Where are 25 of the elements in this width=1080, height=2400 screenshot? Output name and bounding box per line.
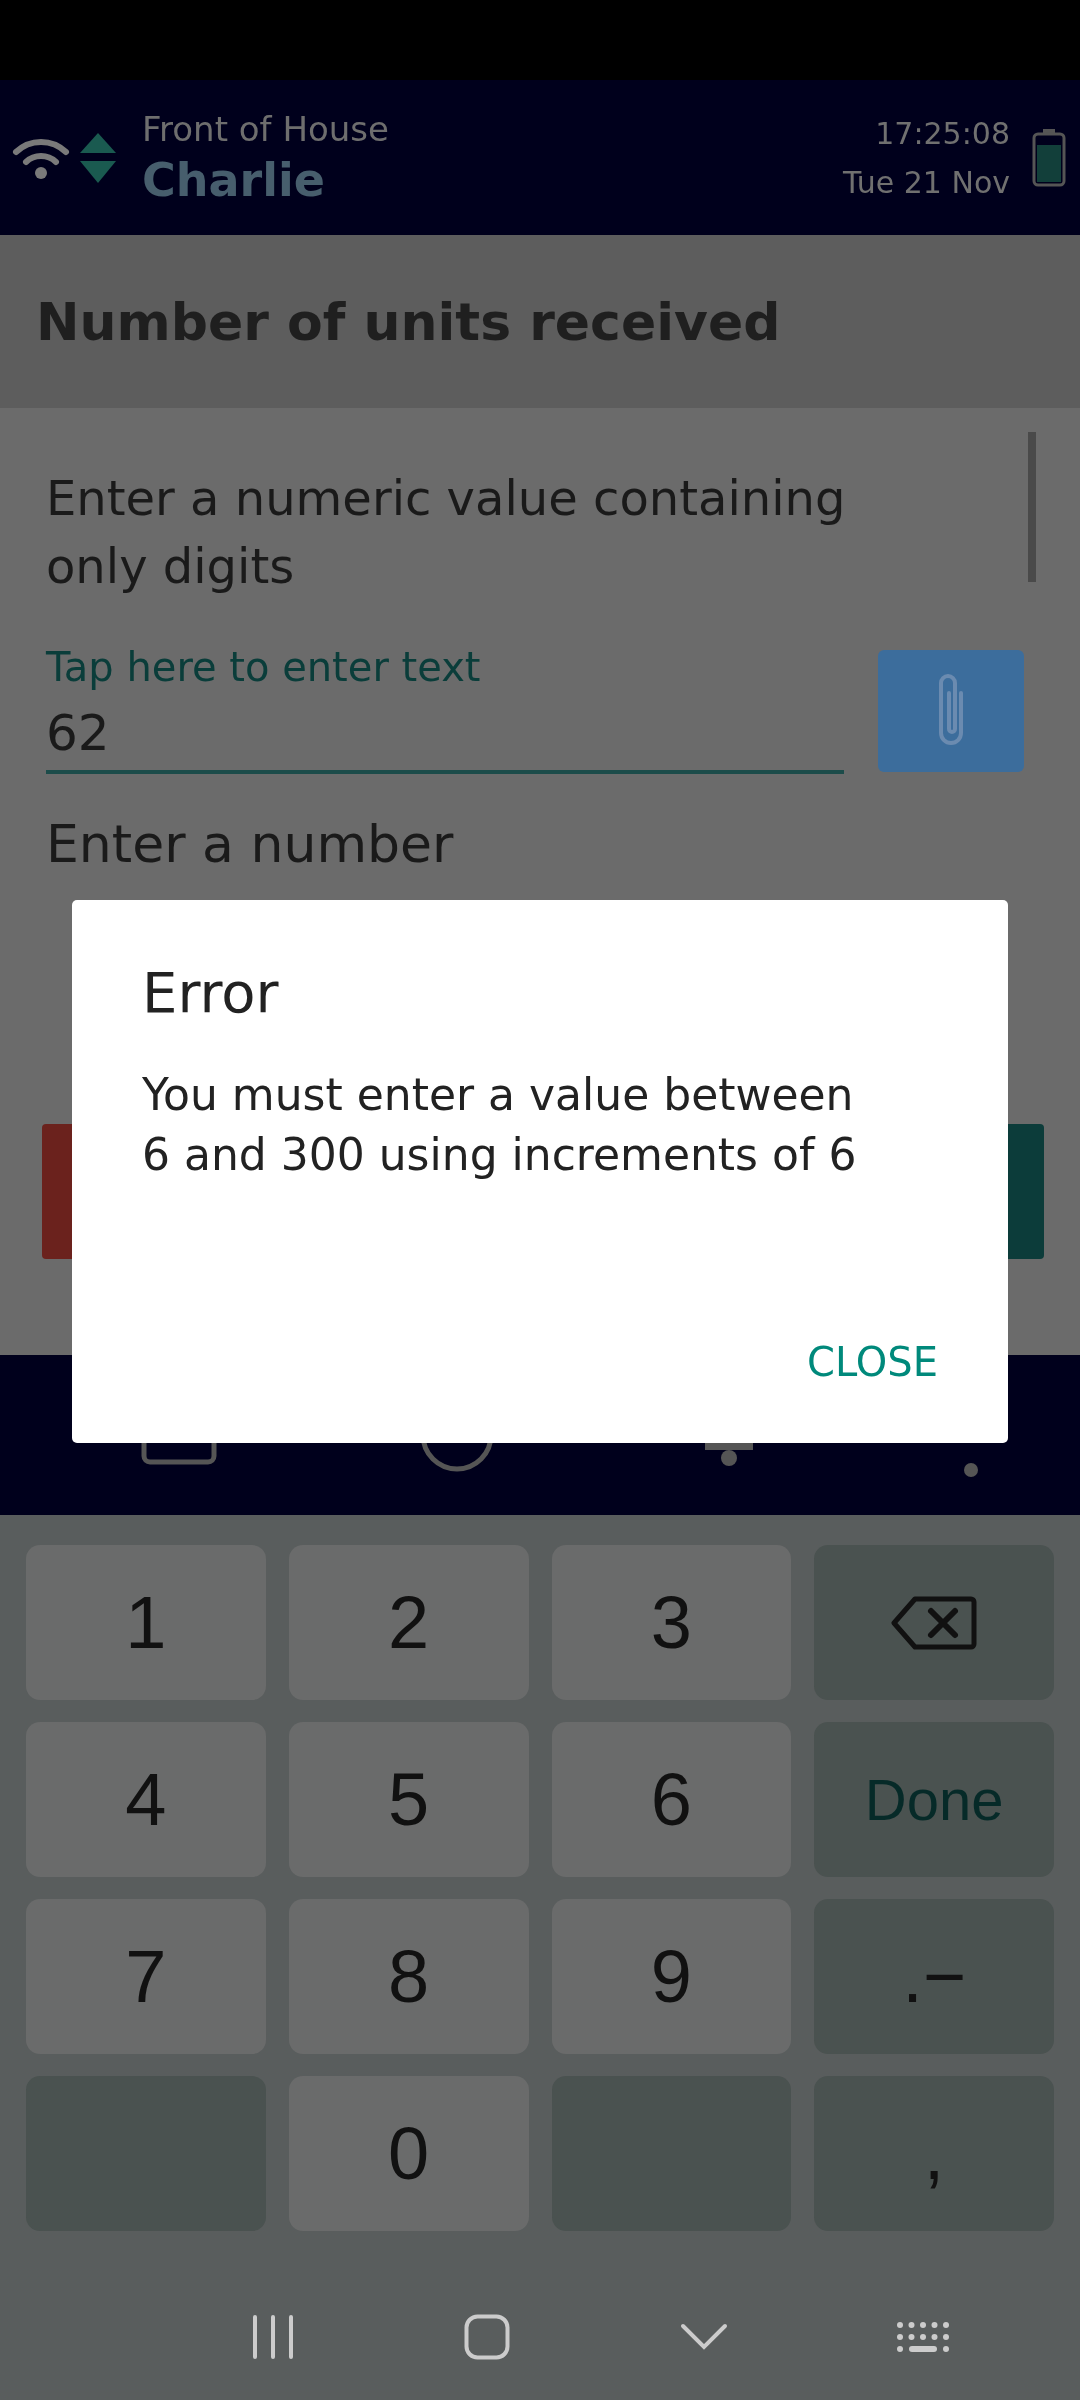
input-field[interactable]: 62 bbox=[46, 704, 844, 774]
location-name: Front of House bbox=[142, 108, 390, 149]
key[interactable]: , bbox=[814, 2076, 1054, 2231]
key[interactable]: 5 bbox=[288, 1722, 529, 1877]
dialog-message: You must enter a value between 6 and 300 using increments of 6 bbox=[142, 1068, 858, 1182]
key[interactable]: 3 bbox=[551, 1545, 792, 1700]
key[interactable]: 8 bbox=[288, 1899, 529, 2054]
key[interactable]: 7 bbox=[26, 1899, 266, 2054]
key[interactable]: 6 bbox=[551, 1722, 792, 1877]
key[interactable]: 1 bbox=[26, 1545, 266, 1700]
date-text: Tue 21 Nov bbox=[842, 164, 1010, 200]
done-key[interactable]: Done bbox=[814, 1722, 1054, 1877]
time-text: 17:25:08 bbox=[875, 115, 1010, 151]
question-prompt: Enter a number bbox=[46, 814, 455, 874]
key[interactable]: .− bbox=[814, 1899, 1054, 2054]
close-button[interactable]: CLOSE bbox=[799, 1331, 946, 1393]
key[interactable]: 0 bbox=[288, 2076, 529, 2231]
page-title: Number of units received bbox=[36, 291, 781, 352]
key[interactable]: 4 bbox=[26, 1722, 266, 1877]
field-label: Tap here to enter text bbox=[46, 644, 482, 690]
key[interactable]: 2 bbox=[288, 1545, 529, 1700]
dialog-title: Error bbox=[142, 960, 280, 1025]
question-prompt: Enter a numeric value containing only digits bbox=[46, 469, 847, 596]
key[interactable]: 9 bbox=[551, 1899, 792, 2054]
user-name: Charlie bbox=[142, 152, 326, 207]
